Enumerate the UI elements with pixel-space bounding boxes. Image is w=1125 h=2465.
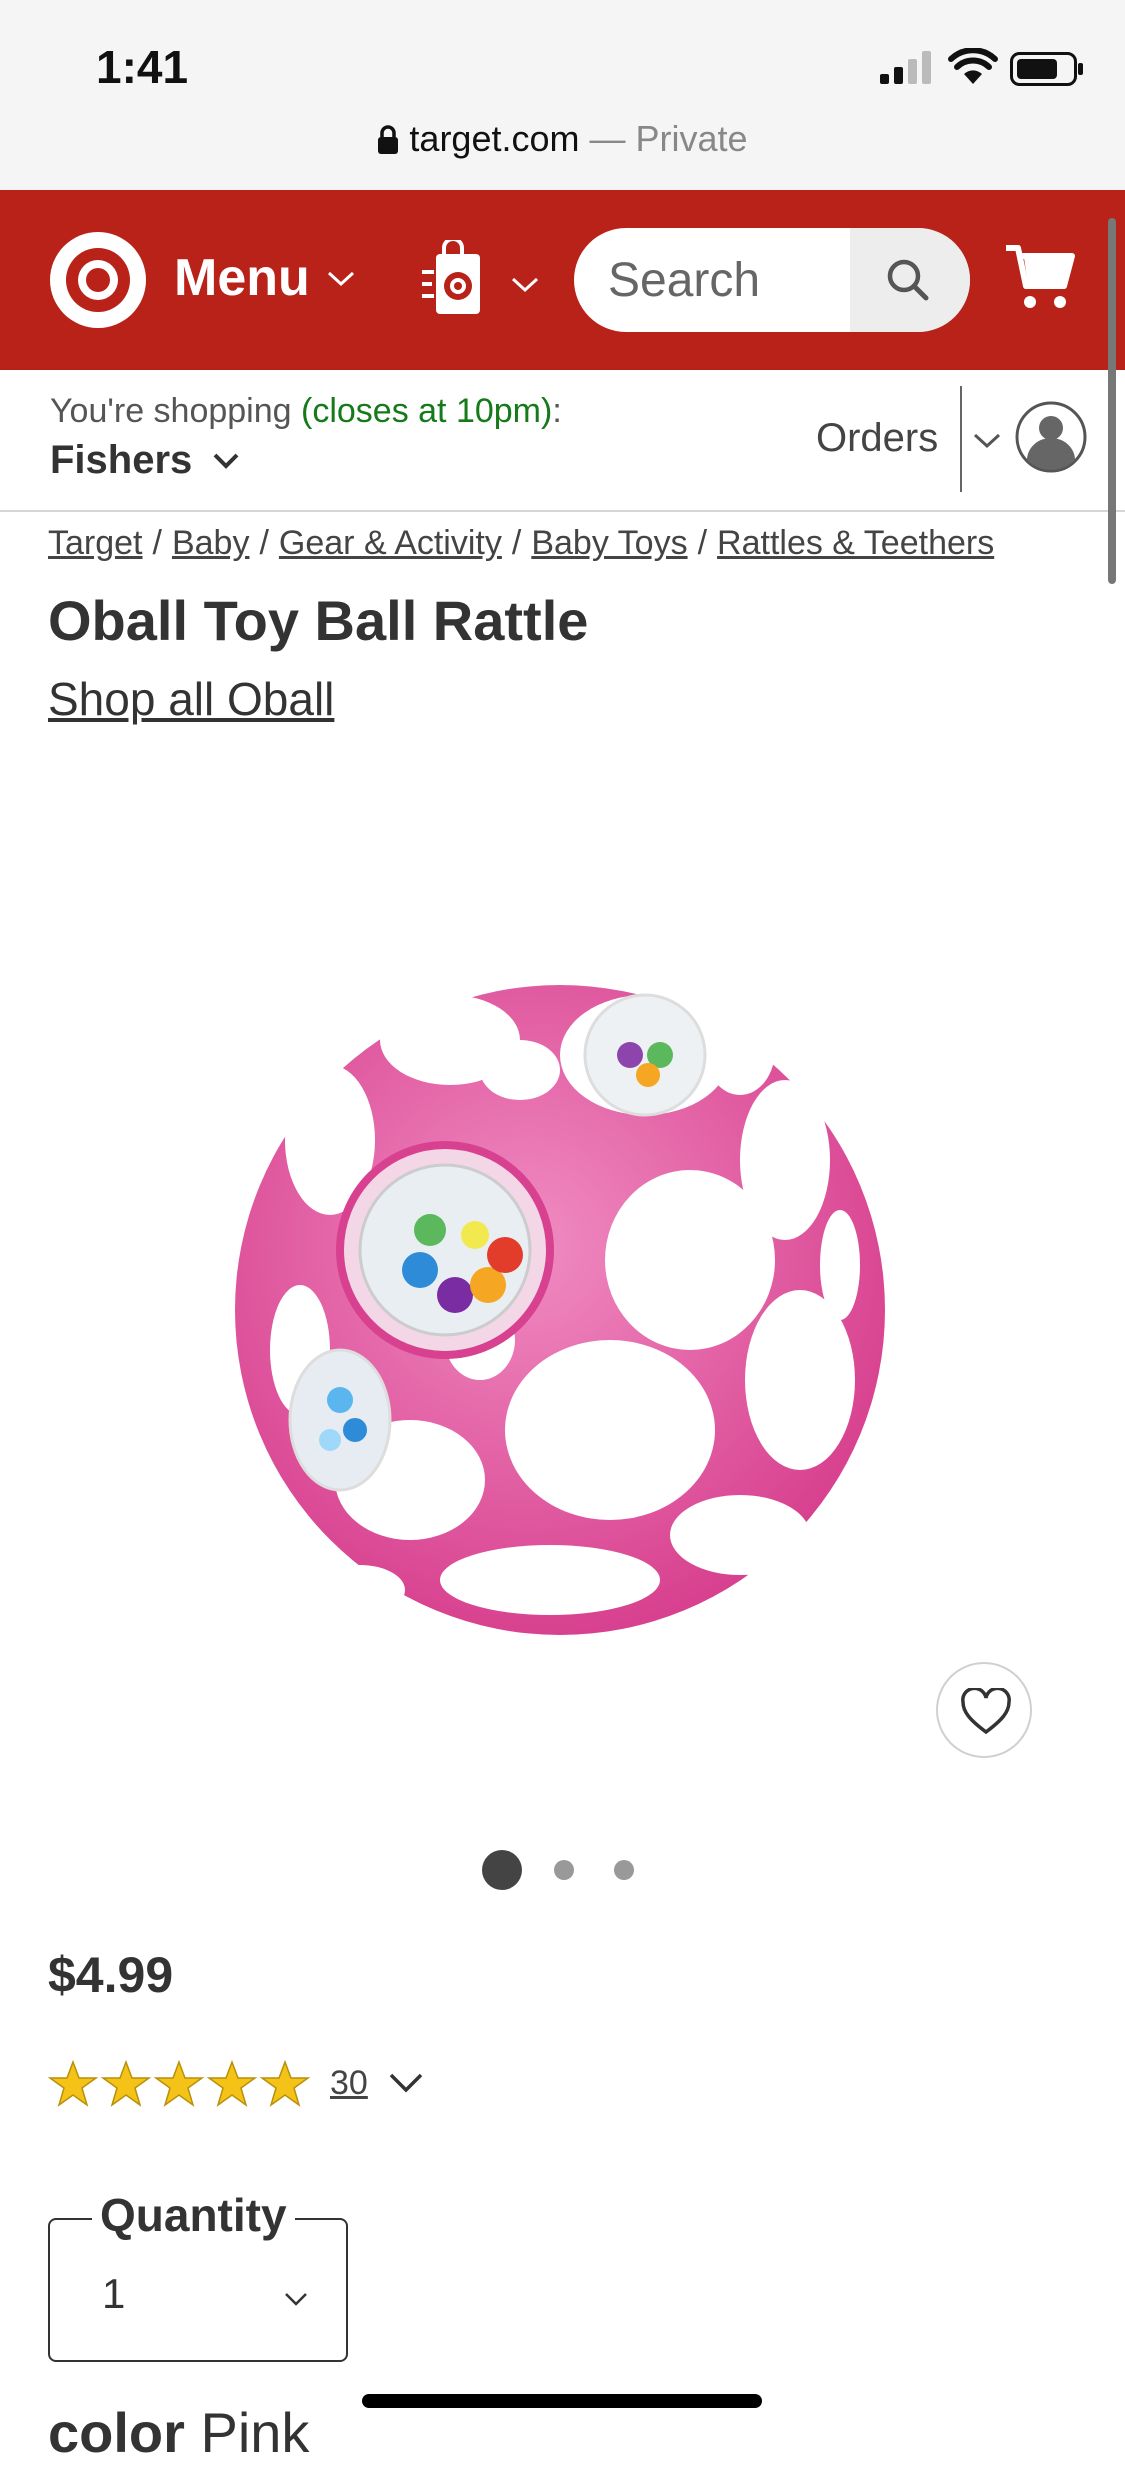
image-carousel-dots	[0, 1850, 1125, 1890]
breadcrumb-separator: /	[511, 524, 522, 562]
rating-stars[interactable]	[48, 2060, 318, 2110]
wifi-icon	[948, 48, 998, 84]
quantity-value: 1	[102, 2270, 126, 2317]
color-value: Pink	[200, 2401, 310, 2464]
divider	[960, 386, 962, 492]
product-title: Oball Toy Ball Rattle	[48, 589, 589, 652]
private-label: Private	[635, 118, 748, 159]
lock-icon	[378, 125, 399, 154]
battery-icon	[1010, 52, 1083, 86]
scrollbar[interactable]	[1108, 218, 1116, 584]
breadcrumb-baby-toys[interactable]: Baby Toys	[531, 524, 687, 562]
star-icon	[206, 2060, 258, 2107]
status-bar: 1:41 target.com — Private	[0, 0, 1125, 190]
breadcrumb-separator: /	[697, 524, 708, 562]
breadcrumb-separator: /	[259, 524, 269, 562]
site-header: Menu	[0, 190, 1125, 370]
account-icon[interactable]	[1014, 400, 1088, 474]
signal-icon	[880, 51, 931, 84]
search-button[interactable]	[850, 228, 970, 332]
color-selection: color Pink	[48, 2400, 309, 2465]
search-icon	[887, 259, 929, 301]
home-indicator[interactable]	[362, 2394, 762, 2408]
url-separator: —	[579, 118, 636, 159]
heart-icon	[961, 1688, 1011, 1735]
menu-button[interactable]: Menu	[174, 248, 310, 308]
search-box	[574, 228, 970, 332]
product-price: $4.99	[48, 1947, 174, 2003]
cart-icon[interactable]	[1004, 242, 1076, 312]
star-icon	[153, 2060, 205, 2107]
chevron-down-icon[interactable]	[388, 2072, 424, 2094]
favorite-button[interactable]	[936, 1662, 1032, 1758]
chevron-down-icon[interactable]	[972, 432, 1002, 450]
review-count-link[interactable]: 30	[330, 2064, 368, 2103]
chevron-down-icon	[511, 277, 539, 293]
shopping-suffix: :	[552, 392, 562, 430]
breadcrumb-separator: /	[152, 524, 162, 562]
star-icon	[259, 2060, 311, 2107]
breadcrumb-gear-activity[interactable]: Gear & Activity	[279, 524, 502, 562]
carousel-dot-active[interactable]	[482, 1850, 522, 1890]
store-pickup-icon[interactable]	[422, 240, 484, 318]
chevron-down-icon	[327, 271, 355, 287]
carousel-dot[interactable]	[554, 1860, 574, 1880]
breadcrumb-target[interactable]: Target	[48, 524, 143, 562]
color-label: color	[48, 2401, 185, 2464]
star-icon	[48, 2060, 99, 2107]
chevron-down-icon	[285, 2293, 307, 2306]
shopping-store-text: You're shopping (closes at 10pm):	[50, 392, 562, 431]
url-domain: target.com	[409, 118, 580, 159]
status-time: 1:41	[96, 41, 189, 93]
product-image[interactable]	[220, 960, 900, 1660]
quantity-select[interactable]: Quantity 1	[48, 2188, 348, 2362]
store-bar: You're shopping (closes at 10pm): Fisher…	[0, 370, 1125, 512]
target-logo-icon[interactable]	[50, 232, 146, 328]
orders-link[interactable]: Orders	[816, 416, 938, 461]
star-icon	[100, 2060, 152, 2107]
closing-time: (closes at 10pm)	[301, 392, 553, 430]
shop-all-brand-link[interactable]: Shop all Oball	[48, 672, 334, 726]
breadcrumb-rattles-teethers[interactable]: Rattles & Teethers	[717, 524, 994, 562]
shopping-prefix: You're shopping	[50, 392, 301, 430]
quantity-label: Quantity	[92, 2188, 295, 2242]
address-bar[interactable]: target.com — Private	[0, 118, 1125, 160]
carousel-dot[interactable]	[614, 1860, 634, 1880]
breadcrumb-baby[interactable]: Baby	[172, 524, 250, 562]
breadcrumb: Target / Baby / Gear & Activity / Baby Toys / Ra…	[48, 524, 994, 563]
store-selector[interactable]: Fishers	[50, 438, 192, 483]
chevron-down-icon[interactable]	[212, 452, 240, 470]
